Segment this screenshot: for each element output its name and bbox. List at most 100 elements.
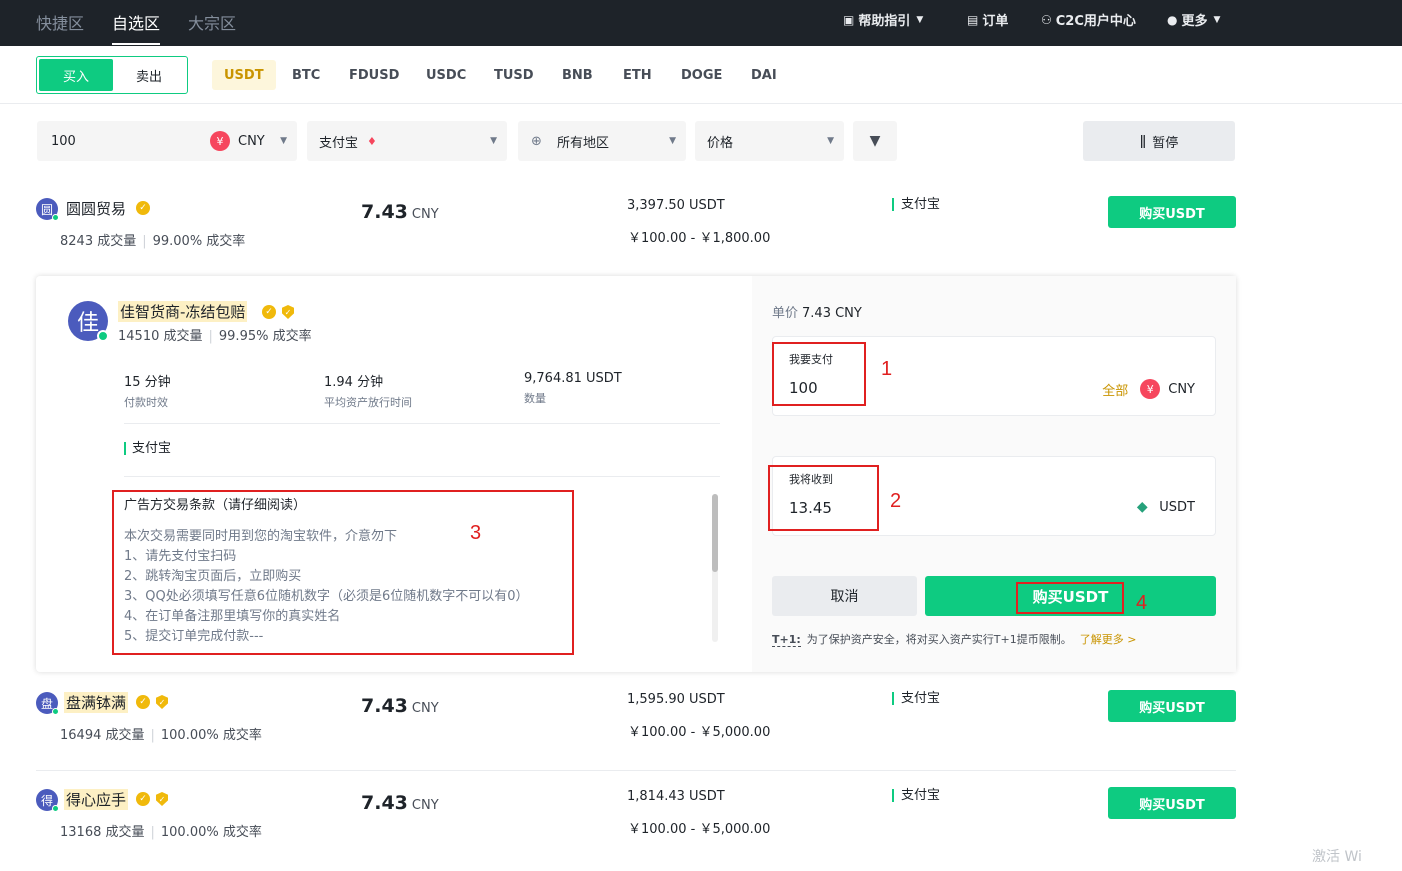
buy-usdt-button[interactable]: 购买USDT [1108,690,1236,722]
trade-bar: 买入 卖出 USDT BTC FDUSD USDC TUSD BNB ETH D… [0,46,1402,104]
tab-quick-zone[interactable]: 快捷区 [36,10,84,34]
tab-custom-zone[interactable]: 自选区 [112,10,161,45]
metric-value: 15 分钟 [124,375,171,390]
users-icon: ⚇ [1041,12,1052,27]
more-menu[interactable]: ● 更多 ▼ [1167,10,1220,30]
t1-tag[interactable]: T+1: [772,633,801,647]
divider [124,476,720,477]
available-amount: 1,595.90 USDT [627,692,725,707]
coin-tab-tusd[interactable]: TUSD [482,60,546,90]
coin-tab-bnb[interactable]: BNB [550,60,605,90]
c2c-center-link[interactable]: ⚇ C2C用户中心 [1041,10,1136,30]
limit-range: ￥100.00 - ￥5,000.00 [628,822,771,837]
coin-tab-btc[interactable]: BTC [280,60,332,90]
price-value: 7.43 [361,792,408,814]
sell-tab[interactable]: 卖出 [113,59,185,91]
price-currency: CNY [411,701,439,716]
merchant-name[interactable]: 盘满钵满 [64,692,129,713]
merchant-name[interactable]: 圆圆贸易 [64,198,128,219]
help-menu[interactable]: ▣ 帮助指引 ▼ [843,10,924,30]
sort-select[interactable]: 价格 ▼ [695,121,844,161]
available-amount: 3,397.50 USDT [627,198,725,213]
limit-range: ￥100.00 - ￥1,800.00 [628,231,771,246]
help-label: 帮助指引 [858,14,911,29]
orders-link[interactable]: ▤ 订单 [967,10,1008,30]
chevron-down-icon: ▼ [827,136,834,146]
learn-more-link[interactable]: 了解更多 > [1080,633,1137,646]
cancel-button[interactable]: 取消 [772,576,917,616]
trade-count: 16494 成交量 [60,728,145,743]
annotation-number-1: 1 [881,358,893,380]
merchant-stats: 13168 成交量 | 100.00% 成交率 [60,825,262,840]
avatar[interactable]: 圆 [36,198,59,221]
coin-tab-dai[interactable]: DAI [739,60,789,90]
shield-icon: ✓ [282,305,294,319]
all-button[interactable]: 全部 [1102,380,1128,399]
unit-price: 单价 7.43 CNY [772,302,862,321]
tab-block-zone[interactable]: 大宗区 [188,10,236,34]
merchant-name[interactable]: 佳智货商-冻结包赔 [118,301,248,322]
avatar[interactable]: 佳 [68,301,109,342]
cny-icon: ¥ [210,131,230,151]
region-label: 所有地区 [557,135,610,151]
help-icon: ▣ [843,12,855,27]
trade-count: 13168 成交量 [60,825,145,840]
filter-button[interactable]: ▼ [853,121,897,161]
metric-label: 付款时效 [124,396,168,409]
region-select[interactable]: ⊕ 所有地区 ▼ [518,121,686,161]
chevron-down-icon: ▼ [669,136,676,146]
trade-count: 8243 成交量 [60,234,137,249]
avatar-initial: 圆 [40,202,53,217]
annotation-box-4 [1016,582,1124,614]
pause-button[interactable]: ǁ 暂停 [1083,121,1235,161]
coin-tab-usdt[interactable]: USDT [212,60,276,90]
amount-value: 100 [51,133,76,149]
coin-tab-eth[interactable]: ETH [611,60,664,90]
metric-value: 1.94 分钟 [324,375,384,390]
metric-label: 数量 [524,392,546,405]
receive-currency: ◆ USDT [1133,499,1195,515]
payment-method: 支付宝 [892,789,940,802]
trade-count: 14510 成交量 [118,329,203,344]
avatar[interactable]: 盘 [36,692,59,715]
hot-icon: ♦ [367,134,377,148]
merchant-stats: 14510 成交量 | 99.95% 成交率 [118,329,312,344]
price-value: 7.43 [361,695,408,717]
currency-select[interactable]: ¥ CNY [210,131,265,151]
pay-currency: 全部 ¥ CNY [1102,379,1195,399]
t1-text: 为了保护资产安全，将对买入资产实行T+1提币限制。 [806,633,1072,646]
coin-tab-fdusd[interactable]: FDUSD [337,60,411,90]
online-indicator [52,214,59,221]
merchant-name[interactable]: 得心应手 [64,789,129,810]
badges: ✓ ✓ [262,305,294,319]
limit-range: ￥100.00 - ￥5,000.00 [628,725,771,740]
sort-label: 价格 [707,135,734,151]
payment-method: 支付宝 [892,692,940,705]
amount-input[interactable]: 100 ¥ CNY ▼ [37,121,297,161]
annotation-box-3 [112,490,574,655]
buy-usdt-button[interactable]: 购买USDT [1108,787,1236,819]
receive-currency-label: USDT [1159,499,1195,515]
buy-tab[interactable]: 买入 [39,59,113,91]
chevron-down-icon: ▼ [280,136,287,146]
payment-select[interactable]: 支付宝 ♦ ▼ [307,121,507,161]
metric-release-time: 1.94 分钟 平均资产放行时间 [324,371,412,410]
avatar[interactable]: 得 [36,789,59,812]
buy-usdt-button[interactable]: 购买USDT [1108,196,1236,228]
annotation-box-1 [772,342,866,406]
verified-icon: ✓ [262,305,276,319]
verified-icon: ✓ [136,695,150,709]
cny-icon: ¥ [1140,379,1161,399]
chevron-down-icon: ▼ [916,14,924,25]
coin-tab-usdc[interactable]: USDC [414,60,478,90]
terms-scrollbar[interactable] [712,494,718,642]
pause-label: 暂停 [1152,135,1179,151]
scrollbar-thumb[interactable] [712,494,718,572]
currency-label: CNY [238,133,265,149]
unit-price-label: 单价 [772,306,799,321]
completion-rate: 100.00% 成交率 [160,825,262,840]
listing-row: 盘 盘满钵满 ✓ ✓ 16494 成交量 | 100.00% 成交率 7.43 CNY … [36,678,1236,774]
coin-tab-doge[interactable]: DOGE [669,60,734,90]
annotation-number-2: 2 [890,490,902,512]
metric-payment-time: 15 分钟 付款时效 [124,371,171,410]
